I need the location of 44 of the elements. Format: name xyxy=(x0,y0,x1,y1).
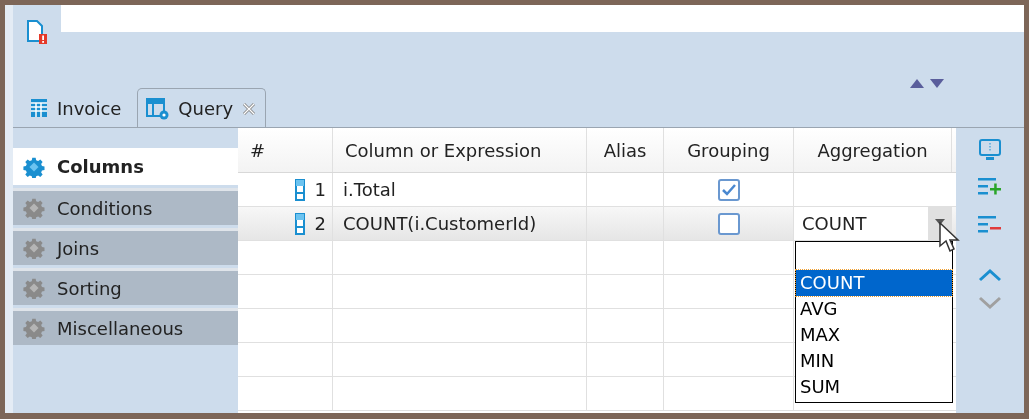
column-header[interactable]: Grouping xyxy=(664,128,794,172)
table-row[interactable]: 1 i.Total xyxy=(238,173,956,207)
tab-label: Invoice xyxy=(57,96,122,121)
chevron-up-icon[interactable] xyxy=(978,268,1002,282)
table-row[interactable]: 2 COUNT(i.CustomerId) COUNT xyxy=(238,207,956,241)
column-header[interactable]: # xyxy=(238,128,333,172)
column-header[interactable]: Column or Expression xyxy=(333,128,587,172)
tab[interactable]: Query xyxy=(137,88,267,128)
gear-icon xyxy=(23,277,45,299)
column-header[interactable]: Aggregation xyxy=(794,128,952,172)
tab-label: Query xyxy=(178,97,234,121)
checkbox[interactable] xyxy=(717,178,740,201)
aggregation-combo[interactable]: COUNT xyxy=(794,207,952,240)
dropdown-option[interactable]: SUM xyxy=(796,374,952,400)
table-gear-icon xyxy=(146,97,171,120)
gear-icon xyxy=(23,155,45,178)
sidebar-item[interactable]: Columns xyxy=(13,148,238,185)
gear-icon xyxy=(23,197,45,219)
dropdown-option[interactable]: MIN xyxy=(796,348,952,374)
table-cell-text: COUNT(i.CustomerId) xyxy=(343,212,537,236)
sidebar-item[interactable]: Conditions xyxy=(13,188,238,225)
tab[interactable]: Invoice xyxy=(21,89,130,127)
checkmark-icon xyxy=(720,182,737,197)
column-icon xyxy=(294,212,305,235)
triangle-down-icon[interactable] xyxy=(930,79,944,88)
sidebar-item[interactable]: Joins xyxy=(13,228,238,265)
dropdown-option[interactable]: AVG xyxy=(796,296,952,322)
monitor-icon[interactable] xyxy=(978,138,1002,162)
triangle-up-icon[interactable] xyxy=(910,79,924,88)
row-number: 2 xyxy=(314,212,326,236)
checkbox[interactable] xyxy=(717,212,740,235)
gear-icon xyxy=(23,317,45,339)
gear-icon xyxy=(23,237,45,259)
sidebar-item[interactable]: Miscellaneous xyxy=(13,308,238,345)
close-icon[interactable] xyxy=(241,100,258,117)
column-header[interactable]: Alias xyxy=(587,128,664,172)
sidebar-item[interactable]: Sorting xyxy=(13,268,238,305)
dropdown-option[interactable]: COUNT xyxy=(796,270,952,296)
document-warning-icon[interactable] xyxy=(26,19,48,45)
dropdown-option[interactable]: MAX xyxy=(796,322,952,348)
grid-icon xyxy=(29,98,49,118)
table-cell-text: i.Total xyxy=(343,178,396,202)
column-icon xyxy=(294,178,305,201)
row-number: 1 xyxy=(314,178,326,202)
